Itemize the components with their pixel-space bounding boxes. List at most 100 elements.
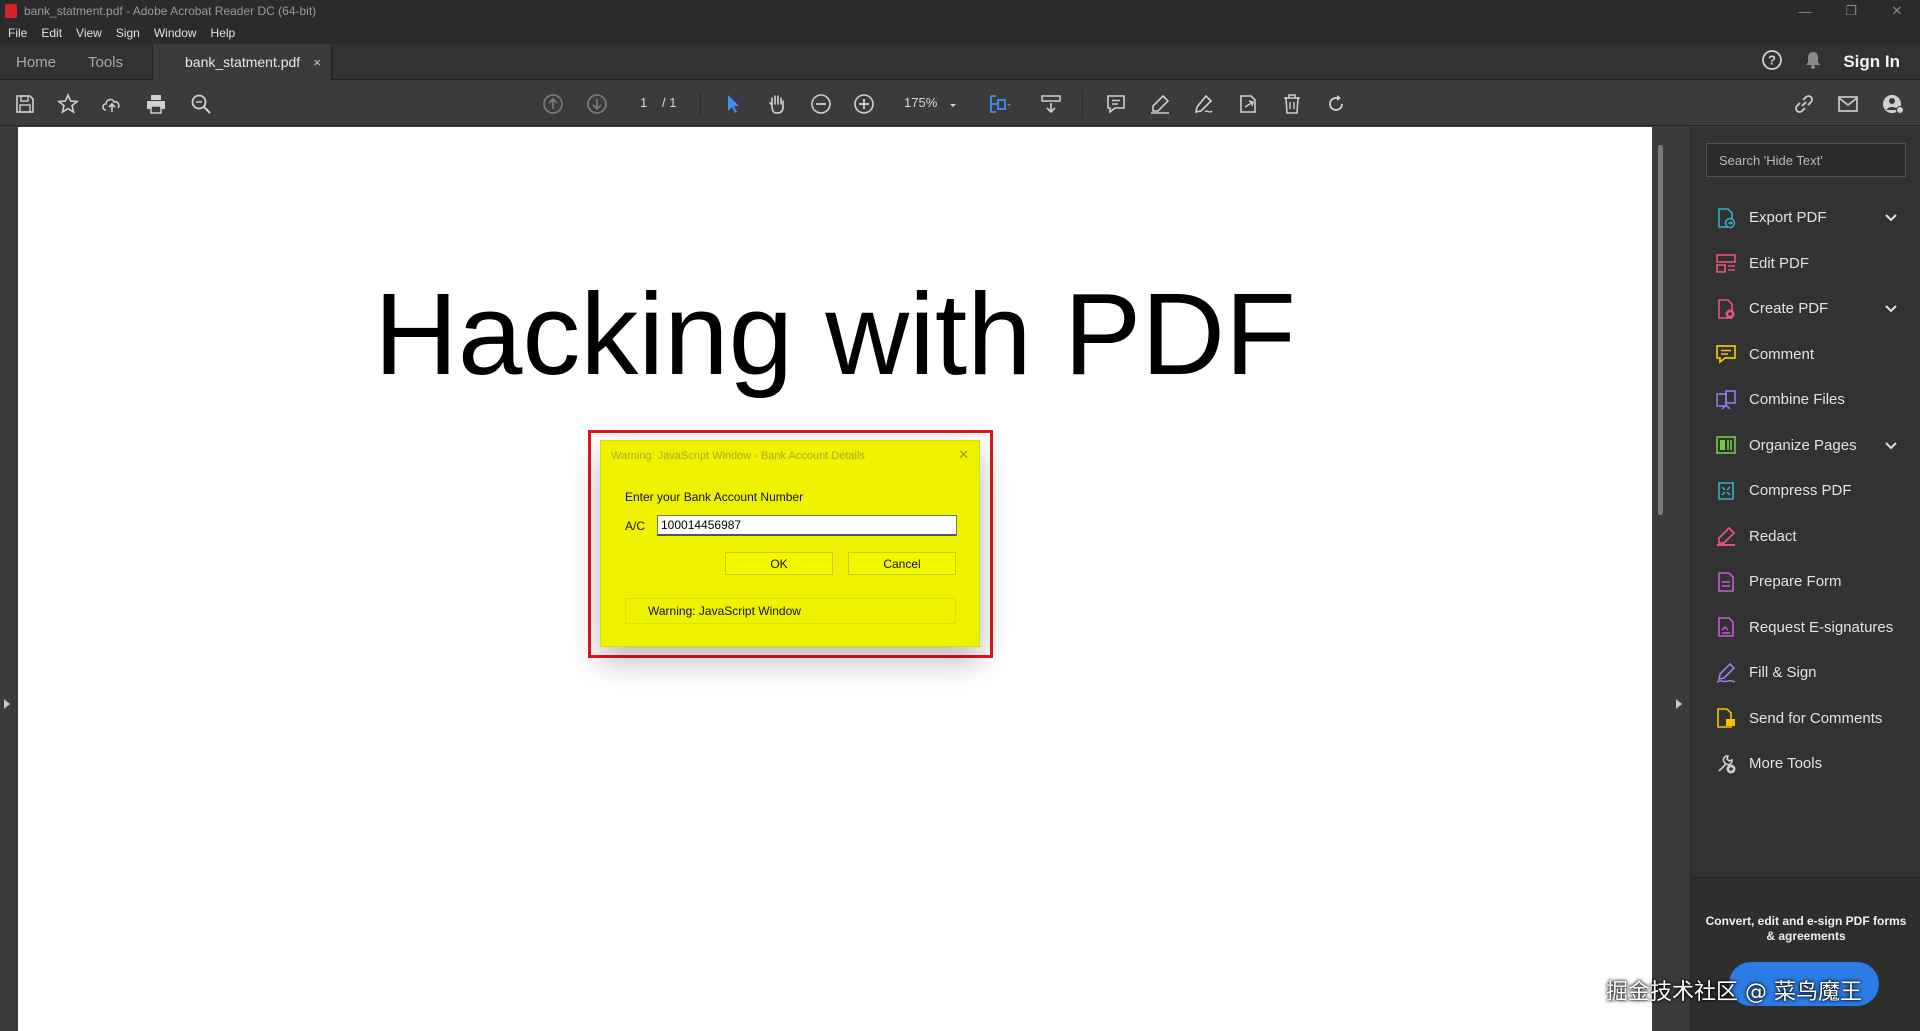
comment-icon (1715, 343, 1737, 365)
tool-label: Combine Files (1749, 391, 1845, 409)
share-edit-icon[interactable] (1235, 91, 1261, 117)
tab-document-label: bank_statment.pdf (185, 54, 301, 70)
tool-prepare-form[interactable]: Prepare Form (1691, 559, 1920, 605)
tool-label: Redact (1749, 527, 1797, 545)
chevron-down-icon[interactable] (1883, 300, 1899, 321)
save-icon[interactable] (12, 91, 38, 117)
tool-comment[interactable]: Comment (1691, 332, 1920, 378)
account-field-label: A/C (625, 519, 646, 533)
tool-redact[interactable]: Redact (1691, 514, 1920, 560)
hand-tool-icon[interactable] (764, 91, 790, 117)
left-panel-toggle-icon[interactable] (4, 699, 10, 709)
tool-export-pdf[interactable]: Export PDF (1691, 195, 1920, 241)
current-page-input[interactable]: 1 (640, 95, 647, 110)
account-number-input[interactable]: 100014456987 (657, 515, 957, 536)
upload-cloud-icon[interactable] (99, 91, 125, 117)
tools-search-input[interactable]: Search 'Hide Text' (1706, 143, 1906, 177)
fill-sign-icon (1715, 662, 1737, 684)
right-panel-toggle-icon[interactable] (1676, 699, 1682, 709)
export-pdf-icon (1715, 207, 1737, 229)
zoom-level-dropdown[interactable]: 175% (904, 95, 937, 110)
tab-document[interactable]: bank_statment.pdf × (152, 44, 332, 80)
tool-edit-pdf[interactable]: Edit PDF (1691, 241, 1920, 287)
tool-label: Edit PDF (1749, 254, 1810, 272)
dialog-close-icon[interactable]: ✕ (958, 447, 969, 463)
menu-help[interactable]: Help (211, 26, 236, 40)
zoom-search-icon[interactable] (188, 91, 214, 117)
menu-view[interactable]: View (76, 26, 102, 40)
page-display-icon[interactable] (986, 91, 1012, 117)
send-for-comments-icon (1715, 707, 1737, 729)
tool-organize-pages[interactable]: Organize Pages (1691, 423, 1920, 469)
menu-window[interactable]: Window (154, 26, 197, 40)
tools-list: Export PDF Edit PDF Create PDF Comment C… (1691, 195, 1920, 787)
tool-label: Organize Pages (1749, 436, 1857, 454)
rotate-icon[interactable] (1323, 91, 1349, 117)
vertical-scrollbar[interactable] (1658, 145, 1663, 515)
tool-label: Request E-signatures (1749, 618, 1894, 636)
create-pdf-icon (1715, 298, 1737, 320)
restore-button[interactable]: ❐ (1828, 0, 1874, 22)
sign-pen-icon[interactable] (1191, 91, 1217, 117)
tool-more-tools[interactable]: More Tools (1691, 741, 1920, 787)
tab-home[interactable]: Home (16, 44, 56, 80)
highlight-pen-icon[interactable] (1147, 91, 1173, 117)
previous-page-icon[interactable] (540, 91, 566, 117)
close-tab-icon[interactable]: × (313, 55, 321, 70)
main-toolbar: 1 / 1 175% (0, 81, 1920, 126)
dialog-prompt-text: Enter your Bank Account Number (625, 490, 804, 504)
tools-pane-footer: Convert, edit and e-sign PDF forms & agr… (1691, 877, 1920, 1031)
close-window-button[interactable]: ✕ (1874, 0, 1920, 22)
bookmark-star-icon[interactable] (55, 91, 81, 117)
footer-promo-text: Convert, edit and e-sign PDF forms & agr… (1705, 914, 1907, 943)
minimize-button[interactable]: — (1782, 0, 1828, 22)
window-controls: — ❐ ✕ (1782, 0, 1920, 22)
tool-create-pdf[interactable]: Create PDF (1691, 286, 1920, 332)
document-heading: Hacking with PDF (374, 269, 1296, 399)
redact-icon (1715, 525, 1737, 547)
menu-file[interactable]: File (8, 26, 27, 40)
menu-bar: File Edit View Sign Window Help (0, 22, 1920, 44)
select-cursor-icon[interactable] (720, 91, 746, 117)
tool-compress-pdf[interactable]: Compress PDF (1691, 468, 1920, 514)
chevron-down-icon[interactable] (1883, 437, 1899, 458)
print-icon[interactable] (143, 91, 169, 117)
tab-tools[interactable]: Tools (88, 44, 123, 80)
menu-sign[interactable]: Sign (116, 26, 140, 40)
tool-request-esignatures[interactable]: Request E-signatures (1691, 605, 1920, 651)
javascript-prompt-dialog: Warning: JavaScript Window - Bank Accoun… (600, 440, 980, 647)
share-user-icon[interactable] (1880, 91, 1906, 117)
tool-label: Comment (1749, 345, 1815, 363)
edit-pdf-icon (1715, 252, 1737, 274)
next-page-icon[interactable] (584, 91, 610, 117)
comment-tool-icon[interactable] (1103, 91, 1129, 117)
tool-label: Export PDF (1749, 209, 1827, 227)
cancel-button[interactable]: Cancel (848, 552, 956, 575)
zoom-in-icon[interactable] (851, 91, 877, 117)
notifications-bell-icon[interactable] (1803, 50, 1823, 75)
ok-button[interactable]: OK (725, 552, 833, 575)
tool-label: Prepare Form (1749, 573, 1842, 591)
chevron-down-icon[interactable] (1883, 209, 1899, 230)
svg-text:?: ? (1768, 52, 1776, 67)
zoom-out-icon[interactable] (808, 91, 834, 117)
total-pages: / 1 (662, 95, 677, 110)
tool-label: Send for Comments (1749, 709, 1883, 727)
scroll-mode-icon[interactable] (1038, 91, 1064, 117)
help-icon[interactable]: ? (1761, 49, 1783, 76)
title-bar: bank_statment.pdf - Adobe Acrobat Reader… (0, 0, 1920, 22)
email-envelope-icon[interactable] (1835, 91, 1861, 117)
zoom-chevron-down-icon[interactable] (940, 93, 966, 119)
compress-pdf-icon (1715, 480, 1737, 502)
sign-in-button[interactable]: Sign In (1843, 52, 1900, 72)
tool-combine-files[interactable]: Combine Files (1691, 377, 1920, 423)
tool-send-for-comments[interactable]: Send for Comments (1691, 696, 1920, 742)
tool-fill-sign[interactable]: Fill & Sign (1691, 650, 1920, 696)
link-share-icon[interactable] (1791, 91, 1817, 117)
delete-trash-icon[interactable] (1279, 91, 1305, 117)
watermark-text: 掘金技术社区 @ 菜鸟魔王 (1606, 980, 1862, 1005)
tools-pane: Search 'Hide Text' Export PDF Edit PDF C… (1690, 127, 1920, 1031)
javascript-warning-label: Warning: JavaScript Window (625, 598, 956, 624)
menu-edit[interactable]: Edit (41, 26, 62, 40)
tool-label: More Tools (1749, 755, 1823, 773)
